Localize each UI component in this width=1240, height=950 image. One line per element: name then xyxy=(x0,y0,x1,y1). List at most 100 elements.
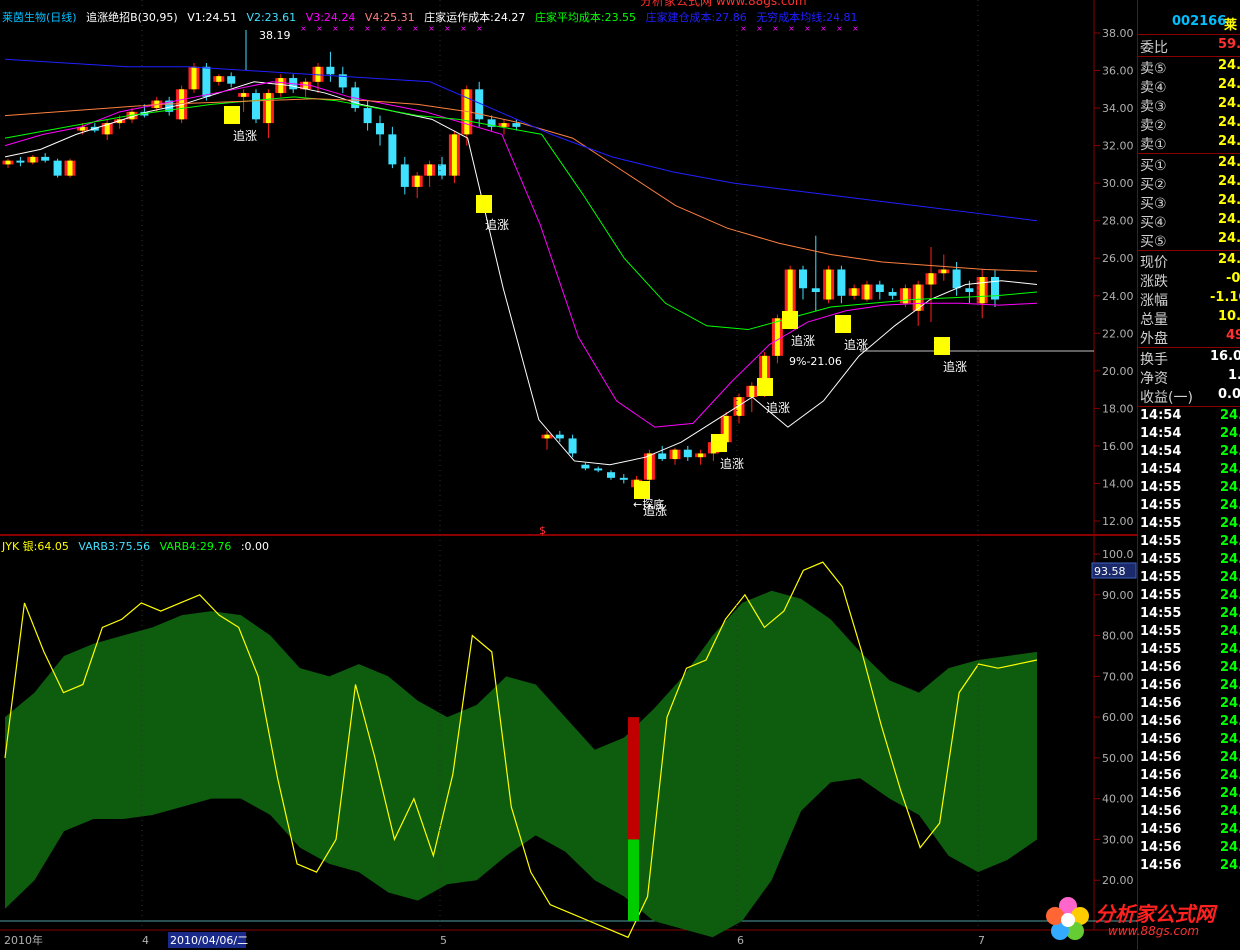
label: 卖② xyxy=(1140,118,1167,134)
legend-v3: V3:24.24 xyxy=(305,11,356,24)
tick-time: 14:55 xyxy=(1140,552,1182,567)
candle-body-stripe xyxy=(265,93,271,124)
top-legend: 莱茵生物(日线) 追涨绝招B(30,95) V1:24.51 V2:23.61 … xyxy=(2,9,863,25)
code-value: 002166 xyxy=(1172,14,1227,29)
candle-body-stripe xyxy=(646,453,652,480)
legend-v1: V1:24.51 xyxy=(187,11,237,24)
candle-body xyxy=(581,464,590,469)
candle-body-stripe xyxy=(941,269,947,274)
row-price: 现价 24.0 xyxy=(1138,252,1240,271)
ytick-label: 34.00 xyxy=(1102,102,1134,115)
candle-body xyxy=(388,134,397,165)
candle-body-stripe xyxy=(774,318,780,356)
signal-square xyxy=(934,337,950,355)
xaxis-year: 2010年 xyxy=(4,933,43,947)
ytick-label: 26.00 xyxy=(1102,252,1134,265)
tick-row: 14:55 24.0 xyxy=(1138,534,1240,552)
tick-row: 14:55 24.0 xyxy=(1138,606,1240,624)
tick-time: 14:55 xyxy=(1140,642,1182,657)
candle-body-stripe xyxy=(698,453,704,458)
value: 24.0 xyxy=(1218,96,1240,111)
chart-canvas: 38.00 36.00 34.00 32.00 30.00 28.00 26.00 24.00… xyxy=(0,0,1137,950)
candle-body-stripe xyxy=(241,93,247,97)
ytick-label: 24.00 xyxy=(1102,290,1134,303)
tick-time: 14:56 xyxy=(1140,714,1182,729)
value: 24.9 xyxy=(1218,212,1240,227)
marker: × xyxy=(836,24,843,33)
candle-body xyxy=(555,434,564,439)
xaxis-month-7: 7 xyxy=(978,934,985,947)
candle-body xyxy=(811,288,820,293)
candle-body xyxy=(363,108,372,124)
legend-v2: V2:23.61 xyxy=(246,11,297,24)
candle-body-stripe xyxy=(979,277,985,304)
candle-body xyxy=(965,288,974,293)
tick-time: 14:55 xyxy=(1140,516,1182,531)
ytick-label: 40.00 xyxy=(1102,793,1134,806)
candle-body-stripe xyxy=(787,269,793,319)
candle-body xyxy=(400,164,409,187)
ytick-label: 60.00 xyxy=(1102,711,1134,724)
tick-price: 24.0 xyxy=(1220,606,1240,621)
stock-name[interactable]: 莱茵生物(日线) xyxy=(2,11,77,24)
marker: × xyxy=(476,24,483,33)
ytick-label: 50.00 xyxy=(1102,752,1134,765)
value: 4950 xyxy=(1226,328,1240,343)
logo-title: 分析家公式网 xyxy=(1095,902,1215,926)
lower-legend: JYK 银:64.05 VARB3:75.56 VARB4:29.76 :0.0… xyxy=(2,538,275,554)
row-sell4: 卖④ 24.0 xyxy=(1138,77,1240,96)
tick-price: 24.0 xyxy=(1220,552,1240,567)
tick-time: 14:56 xyxy=(1140,678,1182,693)
ytick-label: 12.00 xyxy=(1102,515,1134,528)
candle-body-stripe xyxy=(191,66,197,90)
value: 24.0 xyxy=(1218,193,1240,208)
ytick-label: 16.00 xyxy=(1102,440,1134,453)
tick-time: 14:56 xyxy=(1140,804,1182,819)
tick-row: 14:56 24. xyxy=(1138,786,1240,804)
tick-row: 14:55 24.0 xyxy=(1138,570,1240,588)
legend-free: 无穷成本均线:24.81 xyxy=(756,11,858,24)
candle-body xyxy=(227,76,236,84)
tick-price: 24. xyxy=(1220,678,1240,693)
label: 买② xyxy=(1140,177,1167,193)
candle-body-stripe xyxy=(851,288,857,296)
mid-label: 9%-21.06 xyxy=(789,355,842,368)
label: 卖③ xyxy=(1140,99,1167,115)
signal-label: 追涨 xyxy=(844,337,868,352)
candle-body xyxy=(438,164,446,176)
candle-body xyxy=(202,66,211,97)
row-sell1: 卖① 24.0 xyxy=(1138,134,1240,153)
tick-row: 14:56 24. xyxy=(1138,696,1240,714)
candle-body xyxy=(512,123,521,127)
marker: × xyxy=(412,24,419,33)
candle-body xyxy=(16,160,25,163)
marker: × xyxy=(396,24,403,33)
xaxis-month-4: 4 xyxy=(142,934,149,947)
value: 16.05 xyxy=(1210,349,1240,364)
legend-varb4: VARB4:29.76 xyxy=(159,540,232,553)
tick-time: 14:56 xyxy=(1140,768,1182,783)
value: 1.9 xyxy=(1228,368,1240,383)
tick-price: 24. xyxy=(1220,750,1240,765)
stock-code[interactable]: 002166 莱 xyxy=(1138,12,1240,36)
candle-body xyxy=(376,123,384,135)
marker: × xyxy=(756,24,763,33)
ytick-label: 36.00 xyxy=(1102,65,1134,78)
value: 24.9 xyxy=(1218,231,1240,246)
tick-time: 14:54 xyxy=(1140,426,1182,441)
tick-row: 14:56 24. xyxy=(1138,660,1240,678)
tick-row: 14:54 24.0 xyxy=(1138,462,1240,480)
tick-price: 24.0 xyxy=(1220,480,1240,495)
indicator-name[interactable]: 追涨绝招B(30,95) xyxy=(86,11,178,24)
tick-row: 14:55 24.0 xyxy=(1138,552,1240,570)
candle-body xyxy=(952,269,961,289)
row-nav: 净资 1.9 xyxy=(1138,368,1240,387)
label: 委比 xyxy=(1140,40,1168,56)
ytick-label: 30.00 xyxy=(1102,177,1134,190)
logo-url: www.88gs.com xyxy=(1108,924,1200,938)
tick-row: 14:55 24.0 xyxy=(1138,588,1240,606)
row-pct: 涨幅 -1.16 xyxy=(1138,290,1240,309)
tick-price: 24. xyxy=(1220,840,1240,855)
label: 买④ xyxy=(1140,215,1167,231)
signal-label: 追涨 xyxy=(766,400,790,415)
